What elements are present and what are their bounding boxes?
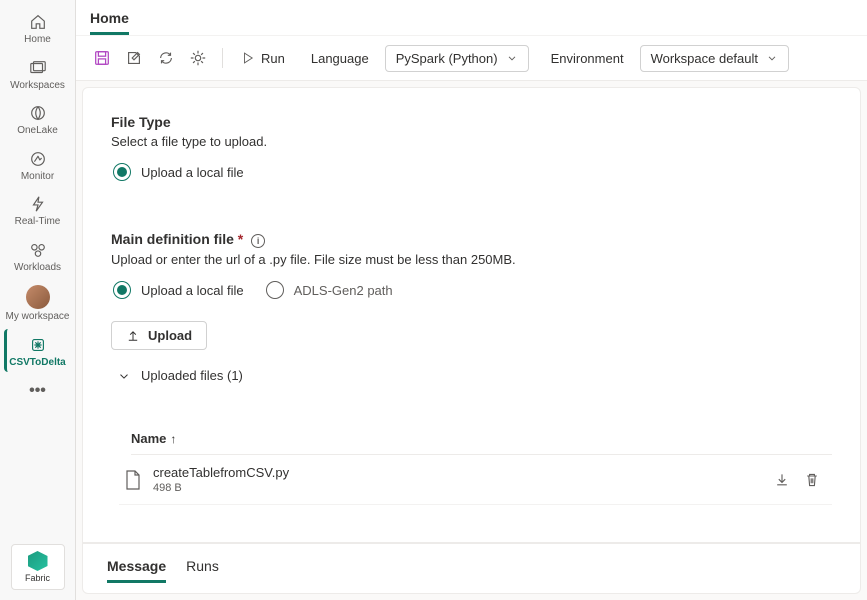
- sidebar-item-my-workspace[interactable]: My workspace: [6, 279, 70, 327]
- chevron-down-icon: [766, 52, 778, 64]
- sort-arrow-icon: ↑: [170, 432, 176, 446]
- main: Home Run Language PySpark (Python) Envir…: [76, 0, 867, 600]
- radio-upload-local-file[interactable]: [113, 163, 131, 181]
- language-dropdown[interactable]: PySpark (Python): [385, 45, 529, 72]
- language-label: Language: [311, 51, 369, 66]
- nav-label: Workspaces: [10, 80, 65, 92]
- play-icon: [241, 51, 255, 65]
- file-type-desc: Select a file type to upload.: [111, 134, 832, 149]
- fabric-label: Fabric: [25, 573, 50, 583]
- workspaces-icon: [28, 58, 48, 78]
- delete-button[interactable]: [804, 472, 820, 488]
- main-def-desc: Upload or enter the url of a .py file. F…: [111, 252, 832, 267]
- monitor-icon: [28, 149, 48, 169]
- nav-label: Real-Time: [15, 216, 61, 228]
- file-size: 498 B: [153, 482, 774, 494]
- nav-label: My workspace: [6, 311, 70, 323]
- file-name: createTablefromCSV.py: [153, 465, 774, 480]
- home-icon: [28, 12, 48, 32]
- sidebar-item-workspaces[interactable]: Workspaces: [6, 52, 70, 96]
- fabric-tile[interactable]: Fabric: [11, 544, 65, 590]
- download-button[interactable]: [774, 472, 790, 488]
- radio-main-upload-local[interactable]: [113, 281, 131, 299]
- environment-label: Environment: [551, 51, 624, 66]
- sidebar-item-workloads[interactable]: Workloads: [6, 234, 70, 278]
- avatar: [26, 285, 50, 309]
- content: File Type Select a file type to upload. …: [82, 87, 861, 543]
- required-indicator: *: [238, 231, 243, 247]
- workloads-icon: [28, 240, 48, 260]
- edit-button[interactable]: [120, 44, 148, 72]
- upload-button[interactable]: Upload: [111, 321, 207, 350]
- upload-label: Upload: [148, 328, 192, 343]
- table-row: createTablefromCSV.py 498 B: [119, 455, 832, 505]
- spark-icon: [28, 335, 48, 355]
- toolbar: Run Language PySpark (Python) Environmen…: [76, 36, 867, 81]
- chevron-down-icon: [506, 52, 518, 64]
- upload-icon: [126, 329, 140, 343]
- environment-value: Workspace default: [651, 51, 758, 66]
- radio-label: Upload a local file: [141, 165, 244, 180]
- nav-label: Home: [24, 34, 51, 46]
- sidebar-item-monitor[interactable]: Monitor: [6, 143, 70, 187]
- sidebar-item-csvtodelta[interactable]: CSVToDelta: [4, 329, 68, 373]
- settings-button[interactable]: [184, 44, 212, 72]
- col-name: Name: [131, 431, 166, 446]
- uploaded-files-toggle[interactable]: Uploaded files (1): [117, 368, 832, 383]
- radio-label: ADLS-Gen2 path: [294, 283, 393, 298]
- main-def-title: Main definition file * i: [111, 231, 832, 248]
- save-button[interactable]: [88, 44, 116, 72]
- fabric-icon: [28, 551, 48, 571]
- sidebar-more[interactable]: •••: [29, 374, 46, 408]
- file-table: Name ↑ createTablefromCSV.py 498 B: [119, 423, 832, 505]
- language-value: PySpark (Python): [396, 51, 498, 66]
- bottom-tabs: Message Runs: [82, 543, 861, 594]
- onelake-icon: [28, 103, 48, 123]
- tab-runs[interactable]: Runs: [186, 554, 219, 583]
- run-label: Run: [261, 51, 285, 66]
- table-header-name[interactable]: Name ↑: [131, 423, 832, 455]
- main-def-title-text: Main definition file: [111, 231, 234, 247]
- nav-label: CSVToDelta: [9, 357, 66, 369]
- radio-main-adls-path[interactable]: [266, 281, 284, 299]
- chevron-down-icon: [117, 369, 131, 383]
- nav-label: OneLake: [17, 125, 58, 137]
- nav-label: Monitor: [21, 171, 54, 183]
- run-button[interactable]: Run: [233, 47, 293, 70]
- uploaded-files-label: Uploaded files (1): [141, 368, 243, 383]
- refresh-button[interactable]: [152, 44, 180, 72]
- sidebar-item-realtime[interactable]: Real-Time: [6, 188, 70, 232]
- environment-dropdown[interactable]: Workspace default: [640, 45, 789, 72]
- sidebar: Home Workspaces OneLake Monitor Real-Tim…: [0, 0, 76, 600]
- nav-label: Workloads: [14, 262, 61, 274]
- info-icon[interactable]: i: [251, 234, 265, 248]
- file-icon: [125, 470, 141, 490]
- file-type-title: File Type: [111, 114, 832, 130]
- radio-label: Upload a local file: [141, 283, 244, 298]
- breadcrumb-bar: Home: [76, 0, 867, 36]
- sidebar-item-onelake[interactable]: OneLake: [6, 97, 70, 141]
- tab-message[interactable]: Message: [107, 554, 166, 583]
- realtime-icon: [28, 194, 48, 214]
- breadcrumb[interactable]: Home: [90, 10, 129, 35]
- sidebar-item-home[interactable]: Home: [6, 6, 70, 50]
